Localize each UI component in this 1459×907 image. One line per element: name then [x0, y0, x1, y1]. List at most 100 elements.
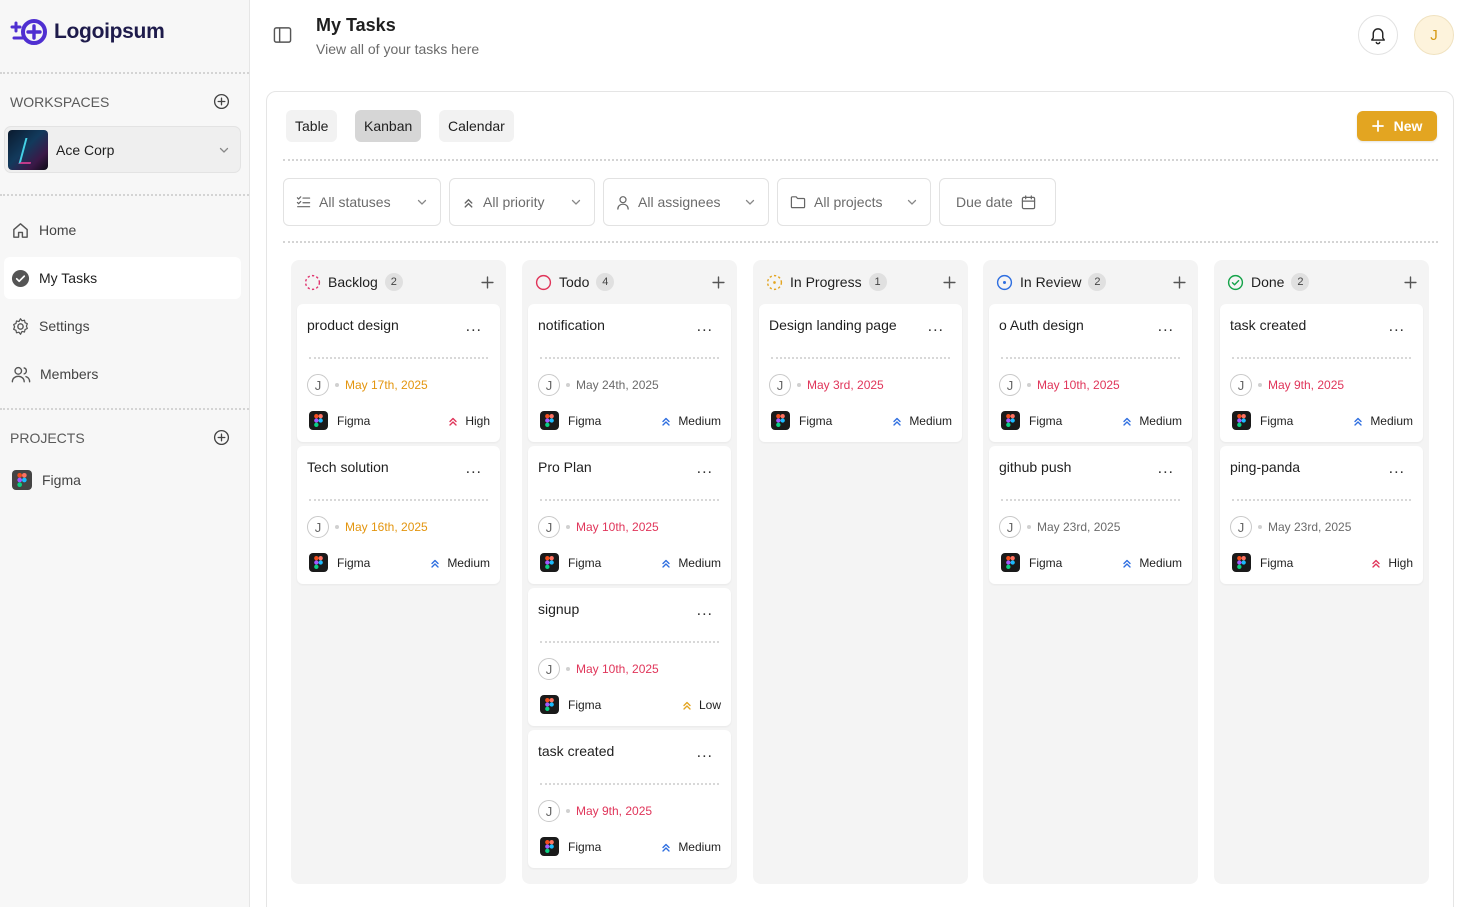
nav-members[interactable]: Members	[4, 353, 241, 395]
priority-label: High	[1388, 555, 1413, 570]
tab-table[interactable]: Table	[286, 110, 338, 142]
priority-filter[interactable]: All priority	[449, 178, 595, 226]
project-item-figma[interactable]: Figma	[12, 470, 81, 490]
new-task-button[interactable]: New	[1357, 111, 1437, 141]
add-project-icon[interactable]	[213, 429, 230, 446]
more-options-icon[interactable]: ...	[1389, 318, 1405, 336]
task-card[interactable]: Design landing page... J May 3rd, 2025 Figm…	[759, 304, 962, 442]
task-footer: Figma Medium	[540, 837, 721, 856]
workspace-switcher[interactable]: Ace Corp	[4, 126, 241, 173]
more-options-icon[interactable]: ...	[1389, 460, 1405, 478]
task-card[interactable]: Pro Plan... J May 10th, 2025 Figma Medium	[528, 446, 731, 584]
assignee-avatar[interactable]: J	[538, 374, 560, 396]
column-count-badge: 2	[384, 273, 403, 291]
column-header: Backlog 2	[304, 272, 494, 292]
task-card[interactable]: o Auth design... J May 10th, 2025 Figma Medi…	[989, 304, 1192, 442]
nav-settings[interactable]: Settings	[4, 305, 241, 347]
assignee-avatar[interactable]: J	[1230, 516, 1252, 538]
assignee-avatar[interactable]: J	[999, 374, 1021, 396]
user-avatar[interactable]: J	[1414, 15, 1454, 55]
task-title: Design landing page	[769, 317, 897, 333]
kanban-column-in-review: In Review 2 o Auth design... J May 10th, 202…	[983, 260, 1198, 884]
priority-badge: High	[447, 414, 490, 428]
task-card[interactable]: product design... J May 17th, 2025 Figma Hig…	[297, 304, 500, 442]
sidebar-toggle-button[interactable]	[273, 26, 292, 49]
plus-icon	[1371, 120, 1384, 132]
separator-dot	[566, 383, 570, 387]
more-options-icon[interactable]: ...	[697, 318, 713, 336]
assignee-avatar[interactable]: J	[538, 658, 560, 680]
task-card[interactable]: Tech solution... J May 16th, 2025 Figma Medi…	[297, 446, 500, 584]
chevron-down-icon	[219, 147, 229, 153]
task-card[interactable]: signup... J May 10th, 2025 Figma Low	[528, 588, 731, 726]
add-workspace-icon[interactable]	[213, 93, 230, 110]
task-meta: J May 23rd, 2025	[1230, 516, 1351, 538]
sidebar-panel-icon	[273, 27, 292, 43]
more-options-icon[interactable]: ...	[466, 460, 482, 478]
separator-dot	[1258, 383, 1262, 387]
project-filter[interactable]: All projects	[777, 178, 931, 226]
task-footer: Figma Medium	[1232, 411, 1413, 430]
assignee-avatar[interactable]: J	[999, 516, 1021, 538]
column-count-badge: 2	[1291, 273, 1310, 291]
due-date: May 24th, 2025	[576, 378, 659, 392]
bell-icon	[1371, 27, 1385, 44]
assignee-filter[interactable]: All assignees	[603, 178, 769, 226]
more-options-icon[interactable]: ...	[928, 318, 944, 336]
card-divider	[1232, 357, 1411, 359]
task-card[interactable]: github push... J May 23rd, 2025 Figma Medium	[989, 446, 1192, 584]
add-task-button[interactable]	[481, 275, 494, 289]
more-options-icon[interactable]: ...	[697, 744, 713, 762]
add-task-button[interactable]	[712, 275, 725, 289]
nav-my-tasks[interactable]: My Tasks	[4, 257, 241, 299]
folder-icon	[790, 196, 806, 209]
priority-filter-label: All priority	[483, 194, 545, 210]
more-options-icon[interactable]: ...	[697, 460, 713, 478]
nav-home[interactable]: Home	[4, 209, 241, 251]
add-task-button[interactable]	[1404, 275, 1417, 289]
task-title: product design	[307, 317, 399, 333]
assignee-avatar[interactable]: J	[307, 516, 329, 538]
task-card[interactable]: task created... J May 9th, 2025 Figma Medium	[528, 730, 731, 868]
project-name: Figma	[1260, 555, 1294, 570]
task-card[interactable]: notification... J May 24th, 2025 Figma Mediu…	[528, 304, 731, 442]
more-options-icon[interactable]: ...	[466, 318, 482, 336]
card-divider	[309, 357, 488, 359]
page-title: My Tasks	[316, 15, 396, 35]
add-task-button[interactable]	[943, 275, 956, 289]
task-title: Pro Plan	[538, 459, 592, 475]
card-divider	[540, 783, 719, 785]
column-title: In Progress	[790, 274, 862, 290]
card-divider	[1001, 357, 1180, 359]
more-options-icon[interactable]: ...	[1158, 318, 1174, 336]
assignee-avatar[interactable]: J	[538, 800, 560, 822]
home-icon	[13, 222, 28, 238]
card-divider	[1001, 499, 1180, 501]
notifications-button[interactable]	[1358, 15, 1398, 55]
tab-calendar[interactable]: Calendar	[439, 110, 514, 142]
project-name: Figma	[1260, 413, 1294, 428]
card-divider	[540, 499, 719, 501]
priority-badge: Medium	[1121, 556, 1182, 570]
task-card[interactable]: task created... J May 9th, 2025 Figma Medium	[1220, 304, 1423, 442]
separator-dot	[1258, 525, 1262, 529]
assignee-avatar[interactable]: J	[769, 374, 791, 396]
separator-dot	[1027, 525, 1031, 529]
column-header: In Progress 1	[766, 272, 956, 292]
brand-logo[interactable]: Logoipsum	[10, 18, 165, 46]
status-filter[interactable]: All statuses	[283, 178, 441, 226]
due-date-filter[interactable]: Due date	[939, 178, 1056, 226]
tab-kanban[interactable]: Kanban	[355, 110, 422, 142]
priority-high-icon	[1370, 557, 1382, 569]
status-in-progress-icon	[766, 274, 783, 291]
priority-label: Medium	[678, 413, 721, 428]
task-card[interactable]: ping-panda... J May 23rd, 2025 Figma High	[1220, 446, 1423, 584]
assignee-avatar[interactable]: J	[307, 374, 329, 396]
assignee-avatar[interactable]: J	[538, 516, 560, 538]
add-task-button[interactable]	[1173, 275, 1186, 289]
more-options-icon[interactable]: ...	[1158, 460, 1174, 478]
separator-dot	[797, 383, 801, 387]
figma-icon	[309, 411, 328, 430]
more-options-icon[interactable]: ...	[697, 602, 713, 620]
assignee-avatar[interactable]: J	[1230, 374, 1252, 396]
